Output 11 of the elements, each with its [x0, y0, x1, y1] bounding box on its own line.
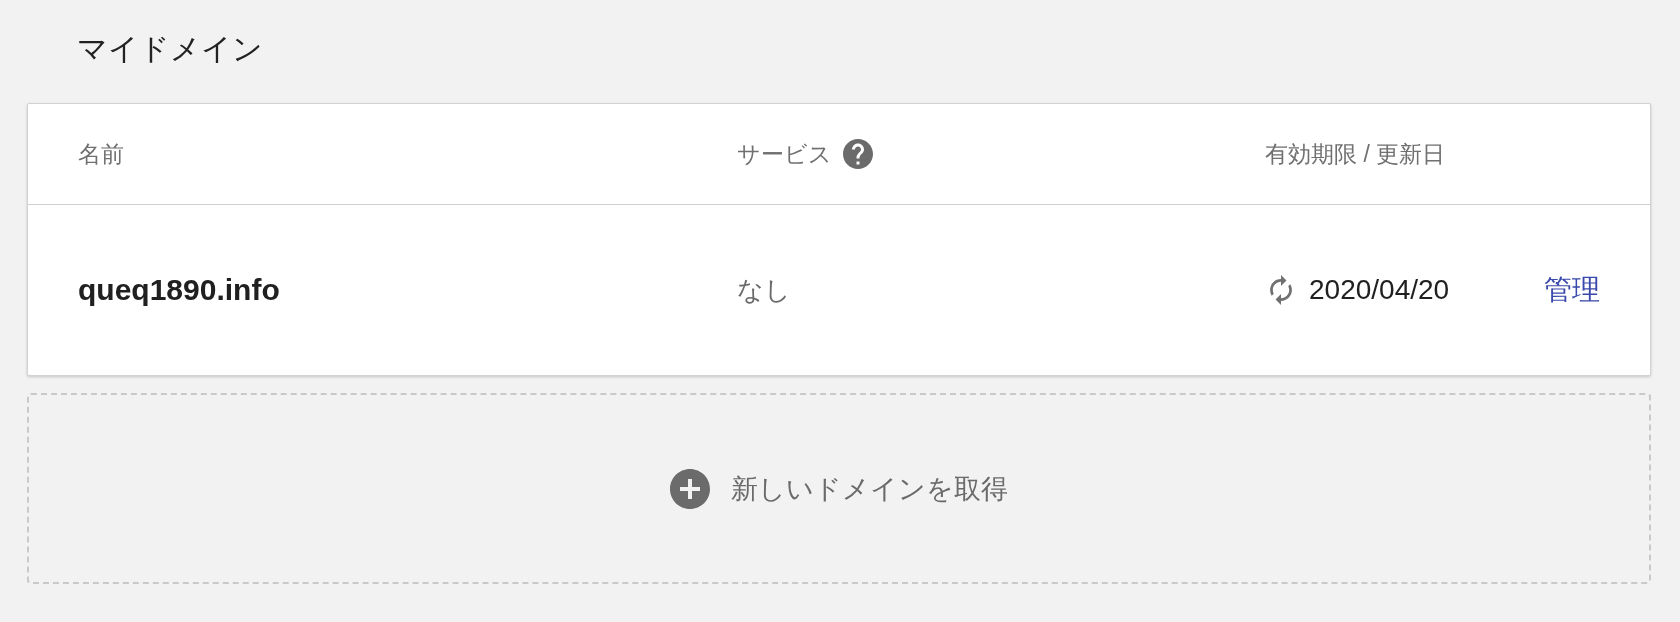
manage-link[interactable]: 管理	[1544, 271, 1600, 309]
help-icon[interactable]	[843, 139, 873, 169]
column-header: サービス	[737, 139, 832, 169]
add-domain-button[interactable]: 新しいドメインを取得	[27, 393, 1651, 584]
domain-name: queq1890.info	[78, 273, 280, 307]
column-header: 名前	[78, 139, 124, 169]
service-value: なし	[737, 273, 791, 307]
column-header: 有効期限 / 更新日	[1265, 139, 1446, 169]
expiry-date: 2020/04/20	[1309, 274, 1450, 306]
page-title: マイドメイン	[77, 32, 263, 65]
plus-icon	[670, 468, 710, 509]
